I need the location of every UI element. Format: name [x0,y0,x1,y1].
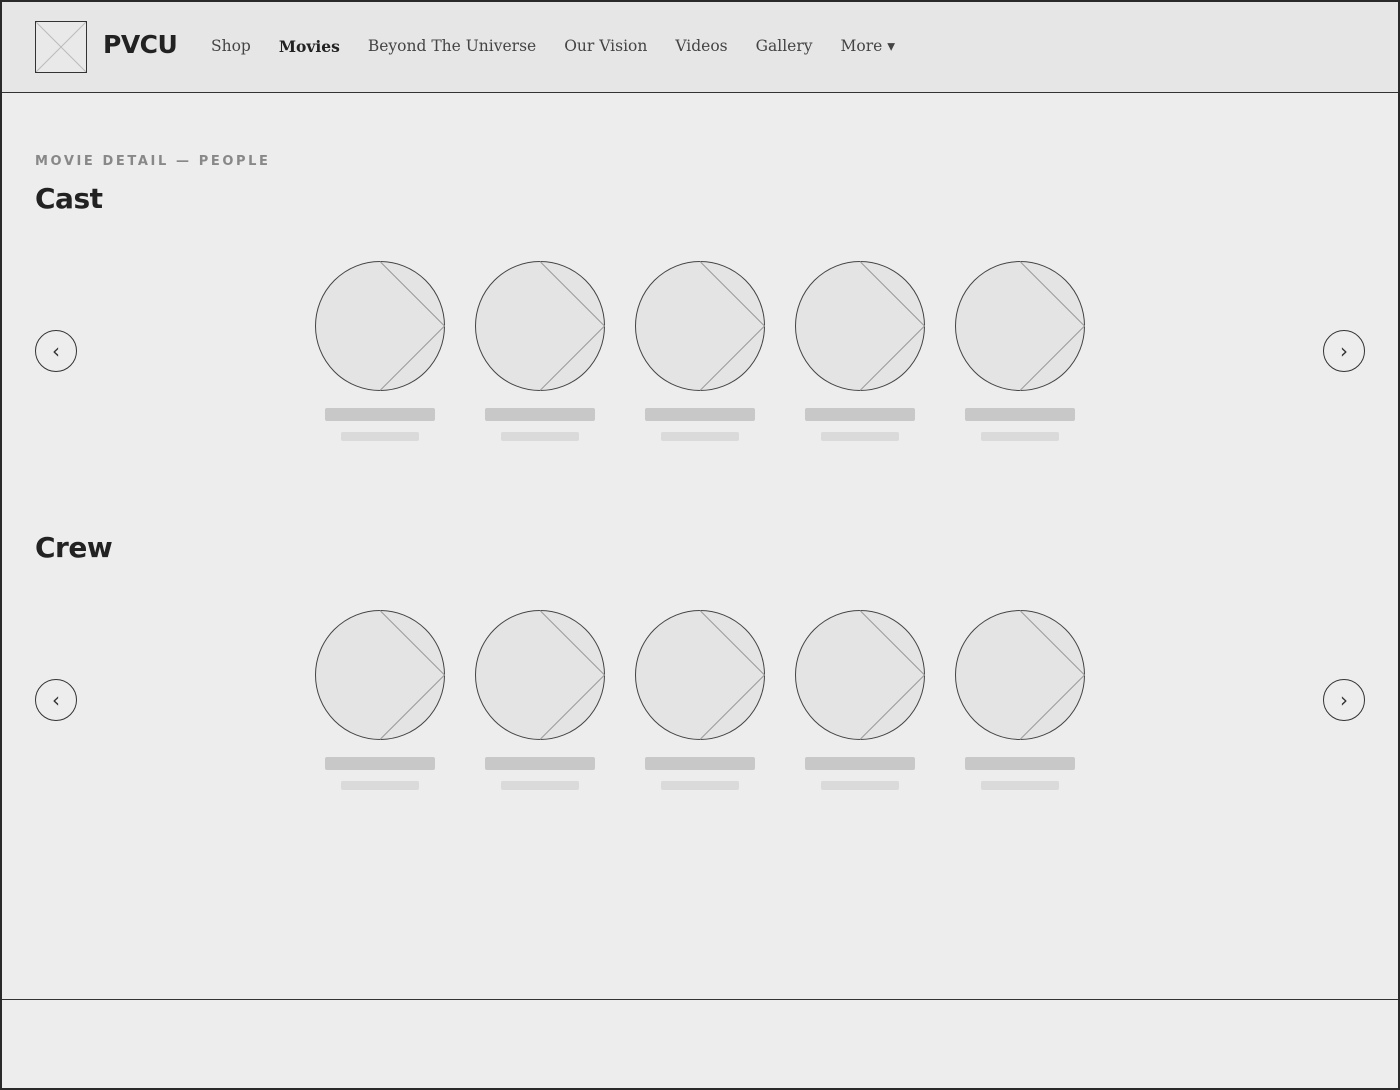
crew-title: Crew [35,531,113,564]
nav-item-our-vision[interactable]: Our Vision [564,37,647,56]
nav-item-beyond-the-universe[interactable]: Beyond The Universe [368,37,536,56]
crew-member-role-placeholder [981,781,1059,790]
crew-member-card[interactable] [315,610,445,795]
avatar-placeholder-icon [475,261,605,391]
crew-member-role-placeholder [821,781,899,790]
cast-member-role-placeholder [821,432,899,441]
crew-member-name-placeholder [965,757,1075,770]
avatar-placeholder-icon [795,261,925,391]
avatar-placeholder-icon [795,610,925,740]
cast-member-role-placeholder [501,432,579,441]
chevron-right-icon: › [1340,339,1348,363]
cast-member-name-placeholder [965,408,1075,421]
cast-member-role-placeholder [981,432,1059,441]
cast-next-button[interactable]: › [1323,330,1365,372]
crew-member-role-placeholder [661,781,739,790]
cast-member-card[interactable] [635,261,765,446]
crew-member-card[interactable] [635,610,765,795]
cast-prev-button[interactable]: ‹ [35,330,77,372]
crew-member-name-placeholder [805,757,915,770]
footer-divider [2,999,1398,1000]
cast-member-card[interactable] [315,261,445,446]
site-header: PVCU Shop Movies Beyond The Universe Our… [2,2,1398,93]
avatar-placeholder-icon [315,261,445,391]
cast-member-name-placeholder [805,408,915,421]
crew-next-button[interactable]: › [1323,679,1365,721]
crew-member-role-placeholder [341,781,419,790]
cast-member-card[interactable] [475,261,605,446]
crew-member-card[interactable] [475,610,605,795]
cast-member-role-placeholder [341,432,419,441]
crew-member-role-placeholder [501,781,579,790]
nav-item-videos[interactable]: Videos [675,37,727,56]
brand-name[interactable]: PVCU [103,30,178,59]
crew-member-card[interactable] [795,610,925,795]
avatar-placeholder-icon [475,610,605,740]
crew-member-name-placeholder [645,757,755,770]
cast-member-card[interactable] [955,261,1085,446]
cast-member-role-placeholder [661,432,739,441]
chevron-left-icon: ‹ [52,339,60,363]
chevron-right-icon: › [1340,688,1348,712]
nav-item-shop[interactable]: Shop [211,37,251,56]
page-eyebrow: MOVIE DETAIL — PEOPLE [35,154,271,169]
cast-title: Cast [35,182,103,215]
crew-member-card[interactable] [955,610,1085,795]
nav-item-movies[interactable]: Movies [279,37,340,56]
crew-member-name-placeholder [485,757,595,770]
cast-member-card[interactable] [795,261,925,446]
avatar-placeholder-icon [635,261,765,391]
main-nav: Shop Movies Beyond The Universe Our Visi… [211,37,923,56]
avatar-placeholder-icon [315,610,445,740]
avatar-placeholder-icon [955,261,1085,391]
cast-member-name-placeholder [485,408,595,421]
logo-placeholder[interactable] [35,21,87,73]
crew-prev-button[interactable]: ‹ [35,679,77,721]
crew-member-name-placeholder [325,757,435,770]
nav-item-gallery[interactable]: Gallery [756,37,813,56]
avatar-placeholder-icon [955,610,1085,740]
nav-item-more[interactable]: More ▾ [841,37,896,56]
cast-member-name-placeholder [325,408,435,421]
avatar-placeholder-icon [635,610,765,740]
cast-member-name-placeholder [645,408,755,421]
logo-image-icon [36,22,86,72]
chevron-left-icon: ‹ [52,688,60,712]
